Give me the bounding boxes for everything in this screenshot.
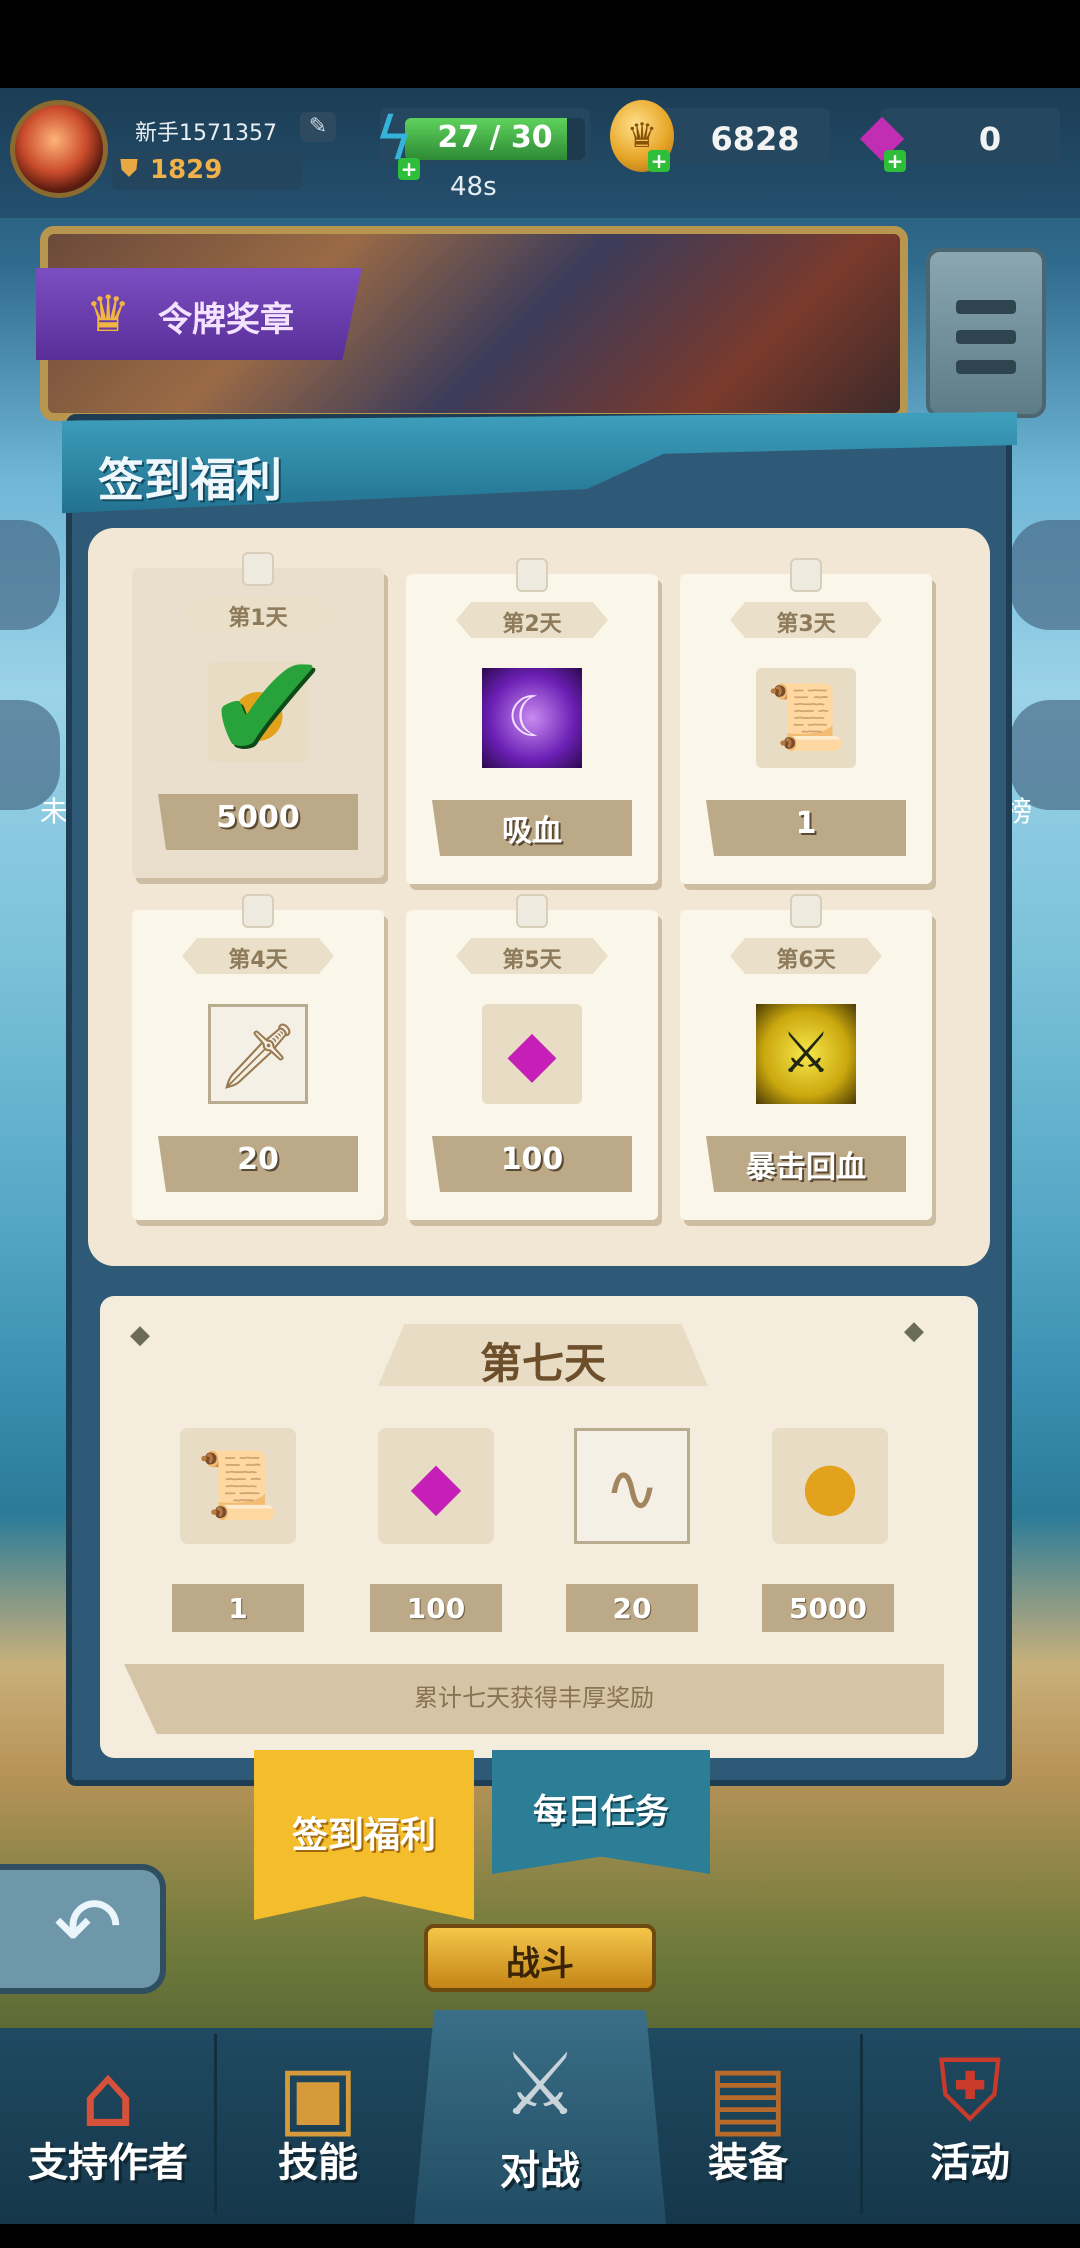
menu-line bbox=[956, 360, 1016, 374]
day7-amount: 5000 bbox=[789, 1592, 867, 1625]
reward-amount: 暴击回血 bbox=[746, 1150, 866, 1185]
paper-clip bbox=[516, 894, 548, 928]
reward-amount: 5000 bbox=[216, 800, 300, 835]
day-label: 第4天 bbox=[228, 948, 288, 973]
menu-line bbox=[956, 330, 1016, 344]
nav-item-battle[interactable]: 对战 bbox=[440, 2138, 640, 2196]
vampire-skill-icon: ☾ bbox=[482, 668, 582, 768]
paper-clip bbox=[516, 558, 548, 592]
paper-clip bbox=[790, 558, 822, 592]
pin-icon: ◆ bbox=[904, 1316, 924, 1346]
reward-amount: 1 bbox=[795, 806, 817, 841]
add-energy-button[interactable]: + bbox=[398, 158, 420, 180]
day7-amount: 20 bbox=[612, 1592, 652, 1625]
day-card-1[interactable]: 第1天 ● ✔ 5000 bbox=[132, 552, 384, 878]
paper-clip bbox=[790, 894, 822, 928]
player-name: 新手1571357 bbox=[135, 121, 277, 146]
day-card-6[interactable]: 第6天 ⚔ 暴击回血 bbox=[680, 894, 932, 1220]
game-screen: { "player": {"name": "新手1571357", "rank"… bbox=[0, 0, 1080, 2248]
crown-badge-icon: ♛ bbox=[85, 285, 131, 343]
add-gems-button[interactable]: + bbox=[884, 150, 906, 172]
energy-text: 27 / 30 bbox=[437, 120, 553, 155]
reward-amount: 20 bbox=[237, 1142, 279, 1177]
nav-separator bbox=[860, 2034, 863, 2214]
menu-line bbox=[956, 300, 1016, 314]
gem-icon: ◆ bbox=[410, 1447, 462, 1524]
tab-signin-label: 签到福利 bbox=[291, 1815, 436, 1856]
pencil-icon[interactable]: ✎ bbox=[300, 112, 336, 142]
nav-item-support-author[interactable]: 支持作者 bbox=[8, 2130, 208, 2188]
day7-amount: 100 bbox=[406, 1592, 466, 1625]
checkmark-icon: ✔ bbox=[204, 621, 330, 795]
gem-count: 0 bbox=[978, 120, 1002, 158]
nav-item-skills[interactable]: 技能 bbox=[218, 2130, 418, 2188]
day7-footer-text: 累计七天获得丰厚奖励 bbox=[414, 1684, 654, 1712]
day-label: 第5天 bbox=[502, 948, 562, 973]
day7-amount: 1 bbox=[228, 1592, 248, 1625]
crit-heal-skill-icon: ⚔ bbox=[756, 1004, 856, 1104]
tab-daily-tasks-label: 每日任务 bbox=[533, 1792, 669, 1832]
side-label-left: 未 bbox=[40, 795, 69, 828]
crossed-swords-icon: ⚔ bbox=[501, 2035, 579, 2135]
token-badge-label: 令牌奖章 bbox=[158, 300, 294, 340]
day-label: 第6天 bbox=[776, 948, 836, 973]
nav-item-equipment[interactable]: 装备 bbox=[648, 2130, 848, 2188]
gem-icon: ◆ bbox=[859, 100, 905, 168]
add-coins-button[interactable]: + bbox=[648, 150, 670, 172]
day-card-4[interactable]: 第4天 🗡 20 bbox=[132, 894, 384, 1220]
paper-clip bbox=[242, 894, 274, 928]
side-button-right-1[interactable] bbox=[1010, 520, 1080, 630]
day-card-2[interactable]: 第2天 ☾ 吸血 bbox=[406, 558, 658, 884]
shield-icon: ⛊ bbox=[120, 154, 138, 182]
player-rank: 1829 bbox=[150, 155, 223, 185]
scroll-icon: 📜 bbox=[196, 1447, 280, 1524]
bottom-edge bbox=[0, 2224, 1080, 2248]
day-card-3[interactable]: 第3天 📜 1 bbox=[680, 558, 932, 884]
nav-item-events[interactable]: 活动 bbox=[870, 2130, 1070, 2188]
battle-button-label: 战斗 bbox=[506, 1944, 574, 1984]
pin-icon: ◆ bbox=[130, 1320, 150, 1350]
nav-separator bbox=[214, 2034, 217, 2214]
reward-amount: 100 bbox=[500, 1142, 564, 1177]
player-avatar[interactable] bbox=[10, 100, 108, 198]
energy-timer: 48s bbox=[450, 172, 497, 202]
day7-title: 第七天 bbox=[479, 1339, 606, 1388]
side-button-left-1[interactable] bbox=[0, 520, 60, 630]
paper-clip bbox=[242, 552, 274, 586]
day-card-5[interactable]: 第5天 ◆ 100 bbox=[406, 894, 658, 1220]
status-bar-area bbox=[0, 0, 1080, 88]
gem-icon: ◆ bbox=[507, 1017, 557, 1091]
reward-amount: 吸血 bbox=[502, 814, 562, 849]
menu-button[interactable] bbox=[926, 248, 1046, 418]
scroll-icon: 📜 bbox=[766, 681, 846, 755]
back-arrow-icon: ↶ bbox=[53, 1880, 123, 1975]
sword-scroll-icon: 🗡 bbox=[208, 1004, 308, 1104]
day-label: 第3天 bbox=[776, 612, 836, 637]
pet-scroll-icon: ∿ bbox=[574, 1428, 690, 1544]
coin-icon: ● bbox=[801, 1447, 859, 1524]
panel-title: 签到福利 bbox=[98, 453, 282, 507]
coin-count: 6828 bbox=[710, 120, 800, 158]
day-label: 第2天 bbox=[502, 612, 562, 637]
